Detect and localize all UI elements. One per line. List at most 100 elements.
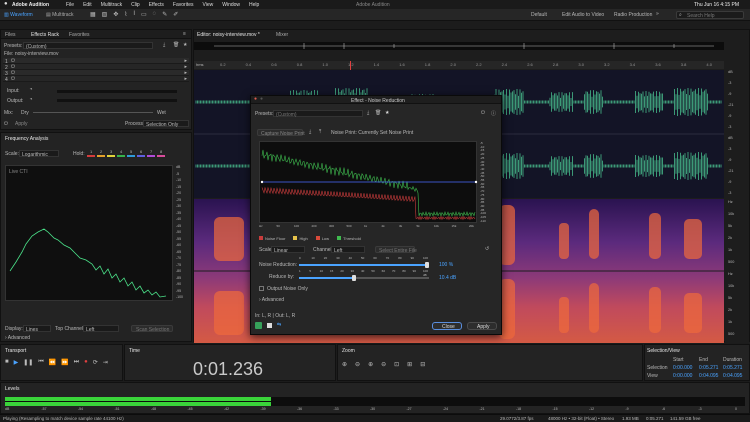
input-knob[interactable]: ◔ [29, 87, 33, 93]
waveform-mode-button[interactable]: ▥ Waveform [4, 12, 33, 18]
lasso-icon[interactable]: ◌ [153, 11, 157, 18]
noise-print-graph[interactable] [259, 141, 478, 223]
delete-preset-icon[interactable]: 🗑 [173, 42, 179, 48]
overview-bar[interactable] [194, 42, 724, 50]
zoom-out-full-icon[interactable]: ⊡ [394, 361, 399, 368]
menu-view[interactable]: View [202, 2, 213, 8]
reduce-by-value[interactable]: 10.4 dB [439, 275, 456, 281]
rack-slot-power-icon[interactable]: ⏻ [11, 76, 15, 82]
loop-icon[interactable]: ⇆ [277, 322, 281, 328]
move-to-end-icon[interactable]: ⏭ [74, 359, 79, 366]
menu-edit[interactable]: Edit [83, 2, 92, 8]
hold-button-3[interactable]: 3 [107, 149, 116, 159]
dialog-power-icon[interactable]: ⏻ [481, 110, 485, 116]
hold-button-1[interactable]: 1 [87, 149, 96, 159]
noise-reduction-slider[interactable] [299, 262, 429, 268]
hold-button-6[interactable]: 6 [137, 149, 146, 159]
control-point[interactable] [474, 180, 478, 184]
spectral-icon[interactable]: ▦ [90, 11, 96, 18]
presets-dropdown[interactable]: (Custom) [23, 42, 153, 50]
capture-noise-print-button[interactable]: Capture Noise Print [257, 129, 305, 137]
zoom-out-time-icon[interactable]: ⊖ [381, 361, 386, 368]
output-noise-only-checkbox[interactable] [259, 286, 264, 291]
rack-slot-arrow-icon[interactable]: ▸ [184, 76, 187, 82]
mix-slider[interactable] [33, 112, 153, 113]
save-preset-icon[interactable]: ⤓ [367, 110, 369, 116]
delete-preset-icon[interactable]: 🗑 [375, 110, 381, 116]
noise-reduction-value[interactable]: 100 % [439, 262, 453, 268]
dialog-info-icon[interactable]: ⓘ [491, 110, 496, 117]
menu-favorites[interactable]: Favorites [173, 2, 194, 8]
record-icon[interactable]: ● [84, 359, 88, 366]
hold-button-5[interactable]: 5 [127, 149, 136, 159]
save-noise-print-icon[interactable]: ⤒ [319, 129, 321, 135]
scale-dropdown[interactable]: Logarithmic [19, 150, 59, 158]
menu-help[interactable]: Help [249, 2, 259, 8]
minimize-window-icon[interactable]: ● [260, 96, 263, 102]
razor-icon[interactable]: ⌇ [124, 11, 127, 18]
skip-selection-icon[interactable]: ⇥ [103, 359, 108, 366]
workspaces-menu-icon[interactable]: » [656, 11, 659, 17]
save-preset-icon[interactable]: ⤓ [163, 42, 165, 48]
panel-menu-icon[interactable]: ≡ [183, 31, 186, 37]
multitrack-mode-button[interactable]: ▤ Multitrack [46, 12, 74, 18]
brush-icon[interactable]: ✎ [162, 11, 167, 18]
healing-icon[interactable]: ✐ [173, 11, 178, 18]
power-toggle-button[interactable] [255, 322, 262, 329]
noise-reduction-handle[interactable] [425, 262, 429, 268]
workspace-default[interactable]: Default [531, 12, 547, 18]
power-icon[interactable]: ⏻ [4, 121, 8, 127]
move-to-start-icon[interactable]: ⏮ [38, 359, 43, 366]
view-end[interactable]: 0:04.095 [699, 373, 718, 379]
hold-button-8[interactable]: 8 [157, 149, 166, 159]
tab-editor[interactable]: Editor: noisy-interview.mov * [197, 32, 260, 38]
play-icon[interactable]: ▶ [14, 359, 19, 366]
tab-effects-rack[interactable]: Effects Rack [31, 32, 59, 38]
stop-icon[interactable]: ■ [5, 359, 9, 366]
apply-button[interactable]: Apply [467, 322, 497, 330]
reduce-by-slider[interactable] [299, 275, 429, 281]
favorite-star-icon[interactable]: ★ [385, 110, 389, 116]
display-dropdown[interactable]: Lines [23, 325, 51, 333]
view-duration[interactable]: 0:04.095 [723, 373, 742, 379]
hold-button-7[interactable]: 7 [147, 149, 156, 159]
process-dropdown[interactable]: Selection Only [143, 120, 189, 128]
loop-playback-icon[interactable]: ⟳ [93, 359, 98, 366]
pause-icon[interactable]: ❚❚ [23, 359, 33, 366]
zoom-out-amplitude-icon[interactable]: ⊖ [355, 361, 360, 368]
selection-start[interactable]: 0:00.000 [673, 365, 692, 371]
control-point[interactable] [260, 180, 264, 184]
menu-clip[interactable]: Clip [131, 2, 140, 8]
hold-button-2[interactable]: 2 [97, 149, 106, 159]
advanced-toggle[interactable]: › Advanced [5, 335, 30, 341]
apple-icon[interactable]: ● [4, 1, 8, 7]
reset-icon[interactable]: ↺ [485, 246, 489, 252]
rack-slot[interactable]: 4 ⏻ ▸ [3, 76, 189, 83]
selection-end[interactable]: 0:05.271 [699, 365, 718, 371]
move-icon[interactable]: ✥ [113, 11, 118, 18]
pitch-icon[interactable]: ▧ [102, 11, 108, 18]
zoom-in-playhead-icon[interactable]: ⊞ [407, 361, 412, 368]
dialog-presets-dropdown[interactable]: (Custom) [273, 110, 363, 118]
tab-favorites[interactable]: Favorites [69, 32, 90, 38]
top-channel-dropdown[interactable]: Left [83, 325, 119, 333]
app-menu-name[interactable]: Adobe Audition [12, 2, 49, 8]
hold-button-4[interactable]: 4 [117, 149, 126, 159]
workspace-edit-audio-to-video[interactable]: Edit Audio to Video [562, 12, 604, 18]
time-ruler[interactable]: hms 0.20.40.60.81.01.21.41.61.82.02.22.4… [194, 61, 724, 69]
menu-file[interactable]: File [66, 2, 74, 8]
scan-selection-button[interactable]: Scan Selection [131, 325, 173, 333]
marquee-icon[interactable]: ▭ [141, 11, 147, 18]
stop-button[interactable] [267, 323, 272, 328]
rewind-icon[interactable]: ⏪ [49, 359, 56, 366]
rack-menu-icon[interactable]: ★ [183, 42, 187, 48]
apply-button[interactable]: Apply [15, 121, 28, 127]
output-knob[interactable]: ◔ [29, 97, 33, 103]
zoom-in-time-icon[interactable]: ⊕ [368, 361, 373, 368]
zoom-in-amplitude-icon[interactable]: ⊕ [342, 361, 347, 368]
menu-effects[interactable]: Effects [149, 2, 164, 8]
reduce-by-handle[interactable] [351, 275, 356, 281]
close-button[interactable]: Close [432, 322, 462, 330]
dialog-advanced-toggle[interactable]: › Advanced [259, 297, 284, 303]
scale-dropdown[interactable]: Linear [271, 246, 305, 254]
